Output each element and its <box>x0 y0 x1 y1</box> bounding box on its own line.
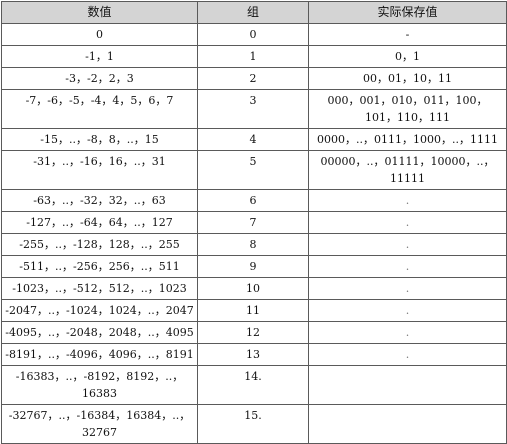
table-row: -1023，..，-512，512，..，1023 10 . <box>1 277 507 300</box>
cell-values: -8191，..，-4096，4096，..，8191 <box>1 343 198 366</box>
table-row: -32767，..，-16384，16384，..，32767 15. <box>1 404 507 444</box>
table-row: -15，..，-8，8，..，15 4 0000，..，0111，1000，..… <box>1 128 507 151</box>
cell-values: 0 <box>1 23 198 46</box>
cell-saved: 00000，..，01111，10000，..，11111 <box>308 150 507 190</box>
cell-values: -1023，..，-512，512，..，1023 <box>1 277 198 300</box>
cell-saved: . <box>308 233 507 256</box>
cell-values: -32767，..，-16384，16384，..，32767 <box>1 404 198 444</box>
cell-group: 7 <box>197 211 309 234</box>
cell-values: -1，1 <box>1 45 198 68</box>
table-row: 0 0 - <box>1 23 507 46</box>
table-row: -16383，..，-8192，8192，..，16383 14. <box>1 365 507 405</box>
cell-values: -16383，..，-8192，8192，..，16383 <box>1 365 198 405</box>
cell-group: 9 <box>197 255 309 278</box>
grouping-table: 数值 组 实际保存值 0 0 - -1，1 1 0，1 -3，-2，2，3 2 … <box>1 1 507 444</box>
cell-group: 13 <box>197 343 309 366</box>
table-row: -511，..，-256，256，..，511 9 . <box>1 255 507 278</box>
table-row: -3，-2，2，3 2 00，01，10，11 <box>1 67 507 90</box>
cell-saved: . <box>308 211 507 234</box>
cell-saved: 0000，..，0111，1000，..，1111 <box>308 128 507 151</box>
cell-saved: . <box>308 277 507 300</box>
header-values: 数值 <box>1 1 198 24</box>
cell-group: 10 <box>197 277 309 300</box>
cell-values: -3，-2，2，3 <box>1 67 198 90</box>
cell-values: -31，..，-16，16，..，31 <box>1 150 198 190</box>
cell-values: -63，..，-32，32，..，63 <box>1 189 198 212</box>
cell-saved <box>308 365 507 405</box>
cell-group: 3 <box>197 89 309 129</box>
table-row: -8191，..，-4096，4096，..，8191 13 . <box>1 343 507 366</box>
cell-group: 2 <box>197 67 309 90</box>
cell-values: -7，-6，-5，-4，4，5，6，7 <box>1 89 198 129</box>
cell-group: 8 <box>197 233 309 256</box>
table-row: -127，..，-64，64，..，127 7 . <box>1 211 507 234</box>
cell-saved: . <box>308 321 507 344</box>
cell-group: 11 <box>197 299 309 322</box>
cell-saved: 000，001，010，011，100，101，110，111 <box>308 89 507 129</box>
cell-group: 0 <box>197 23 309 46</box>
cell-saved: . <box>308 189 507 212</box>
table-row: -255，..，-128，128，..，255 8 . <box>1 233 507 256</box>
cell-saved: . <box>308 343 507 366</box>
cell-group: 6 <box>197 189 309 212</box>
cell-saved: - <box>308 23 507 46</box>
table-row: -2047，..，-1024，1024，..，2047 11 . <box>1 299 507 322</box>
cell-values: -4095，..，-2048，2048，..，4095 <box>1 321 198 344</box>
cell-values: -2047，..，-1024，1024，..，2047 <box>1 299 198 322</box>
table-row: -1，1 1 0，1 <box>1 45 507 68</box>
cell-saved <box>308 404 507 444</box>
cell-values: -255，..，-128，128，..，255 <box>1 233 198 256</box>
cell-group: 12 <box>197 321 309 344</box>
cell-group: 1 <box>197 45 309 68</box>
cell-group: 15. <box>197 404 309 444</box>
header-saved: 实际保存值 <box>308 1 507 24</box>
table-row: -4095，..，-2048，2048，..，4095 12 . <box>1 321 507 344</box>
cell-saved: . <box>308 255 507 278</box>
cell-values: -511，..，-256，256，..，511 <box>1 255 198 278</box>
cell-saved: 00，01，10，11 <box>308 67 507 90</box>
table-row: -31，..，-16，16，..，31 5 00000，..，01111，100… <box>1 150 507 190</box>
cell-group: 5 <box>197 150 309 190</box>
cell-group: 4 <box>197 128 309 151</box>
cell-values: -127，..，-64，64，..，127 <box>1 211 198 234</box>
cell-saved: . <box>308 299 507 322</box>
cell-saved: 0，1 <box>308 45 507 68</box>
cell-values: -15，..，-8，8，..，15 <box>1 128 198 151</box>
header-group: 组 <box>197 1 309 24</box>
cell-group: 14. <box>197 365 309 405</box>
table-row: -63，..，-32，32，..，63 6 . <box>1 189 507 212</box>
header-row: 数值 组 实际保存值 <box>1 1 507 24</box>
table-row: -7，-6，-5，-4，4，5，6，7 3 000，001，010，011，10… <box>1 89 507 129</box>
